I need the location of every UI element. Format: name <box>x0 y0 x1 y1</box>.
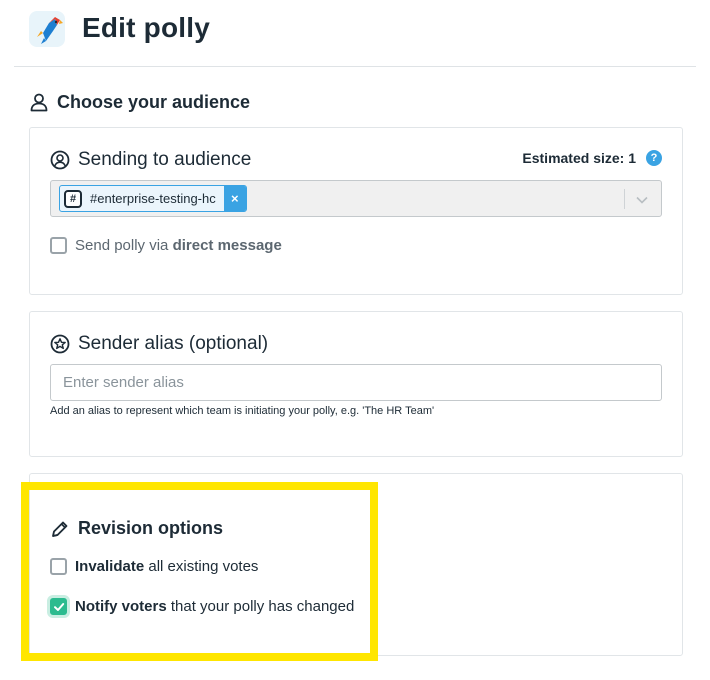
chevron-down-icon[interactable] <box>635 193 649 207</box>
revision-options-title: Revision options <box>50 518 223 539</box>
audience-card: Sending to audience Estimated size: 1 ? … <box>29 127 683 295</box>
invalidate-votes-label-rest: all existing votes <box>144 558 259 575</box>
audience-select[interactable]: # #enterprise-testing-hc × <box>50 180 662 217</box>
sender-alias-title-text: Sender alias (optional) <box>78 333 269 354</box>
user-icon <box>30 93 48 112</box>
direct-message-checkbox[interactable] <box>50 237 67 254</box>
remove-tag-button[interactable]: × <box>223 186 246 211</box>
audience-card-title: Sending to audience <box>50 149 251 171</box>
notify-voters-option[interactable]: Notify voters that your polly has change… <box>50 598 354 615</box>
notify-voters-label: Notify voters that your polly has change… <box>75 598 354 615</box>
direct-message-option[interactable]: Send polly via direct message <box>50 237 282 254</box>
audience-card-title-text: Sending to audience <box>78 149 252 170</box>
help-icon[interactable]: ? <box>646 150 662 166</box>
sender-alias-input[interactable] <box>50 364 662 401</box>
invalidate-votes-checkbox[interactable] <box>50 558 67 575</box>
revision-options-card: Revision options Invalidate all existing… <box>29 473 683 656</box>
revision-options-title-text: Revision options <box>78 518 224 538</box>
estimated-size: Estimated size: 1 ? <box>522 150 662 166</box>
section-heading-text: Choose your audience <box>57 91 251 112</box>
page-title: Edit polly <box>82 12 210 43</box>
invalidate-votes-label-bold: Invalidate <box>75 558 145 575</box>
header-divider <box>14 66 696 67</box>
audience-tag-label: #enterprise-testing-hc <box>90 191 216 206</box>
estimated-size-label: Estimated size: 1 <box>522 150 636 166</box>
slack-channel-hash-icon: # <box>64 190 82 208</box>
direct-message-label: Send polly via direct message <box>75 237 282 254</box>
user-circle-icon <box>50 150 70 170</box>
star-badge-icon <box>50 334 70 354</box>
invalidate-votes-label: Invalidate all existing votes <box>75 558 258 575</box>
notify-voters-checkbox[interactable] <box>50 598 67 615</box>
polly-logo-icon <box>29 11 65 47</box>
notify-voters-label-bold: Notify voters <box>75 598 167 615</box>
sender-alias-hint: Add an alias to represent which team is … <box>50 405 435 417</box>
edit-pencil-icon <box>52 521 68 537</box>
audience-section-heading: Choose your audience <box>29 89 250 115</box>
checkmark-icon <box>53 602 64 611</box>
invalidate-votes-option[interactable]: Invalidate all existing votes <box>50 558 258 575</box>
page-header: Edit polly <box>0 0 710 66</box>
direct-message-label-prefix: Send polly via <box>75 237 173 254</box>
sender-alias-card: Sender alias (optional) Add an alias to … <box>29 311 683 457</box>
select-separator <box>624 189 625 209</box>
notify-voters-label-rest: that your polly has changed <box>166 598 355 615</box>
sender-alias-title: Sender alias (optional) <box>50 333 268 355</box>
audience-tag: # #enterprise-testing-hc × <box>59 185 247 212</box>
direct-message-label-bold: direct message <box>172 237 282 254</box>
